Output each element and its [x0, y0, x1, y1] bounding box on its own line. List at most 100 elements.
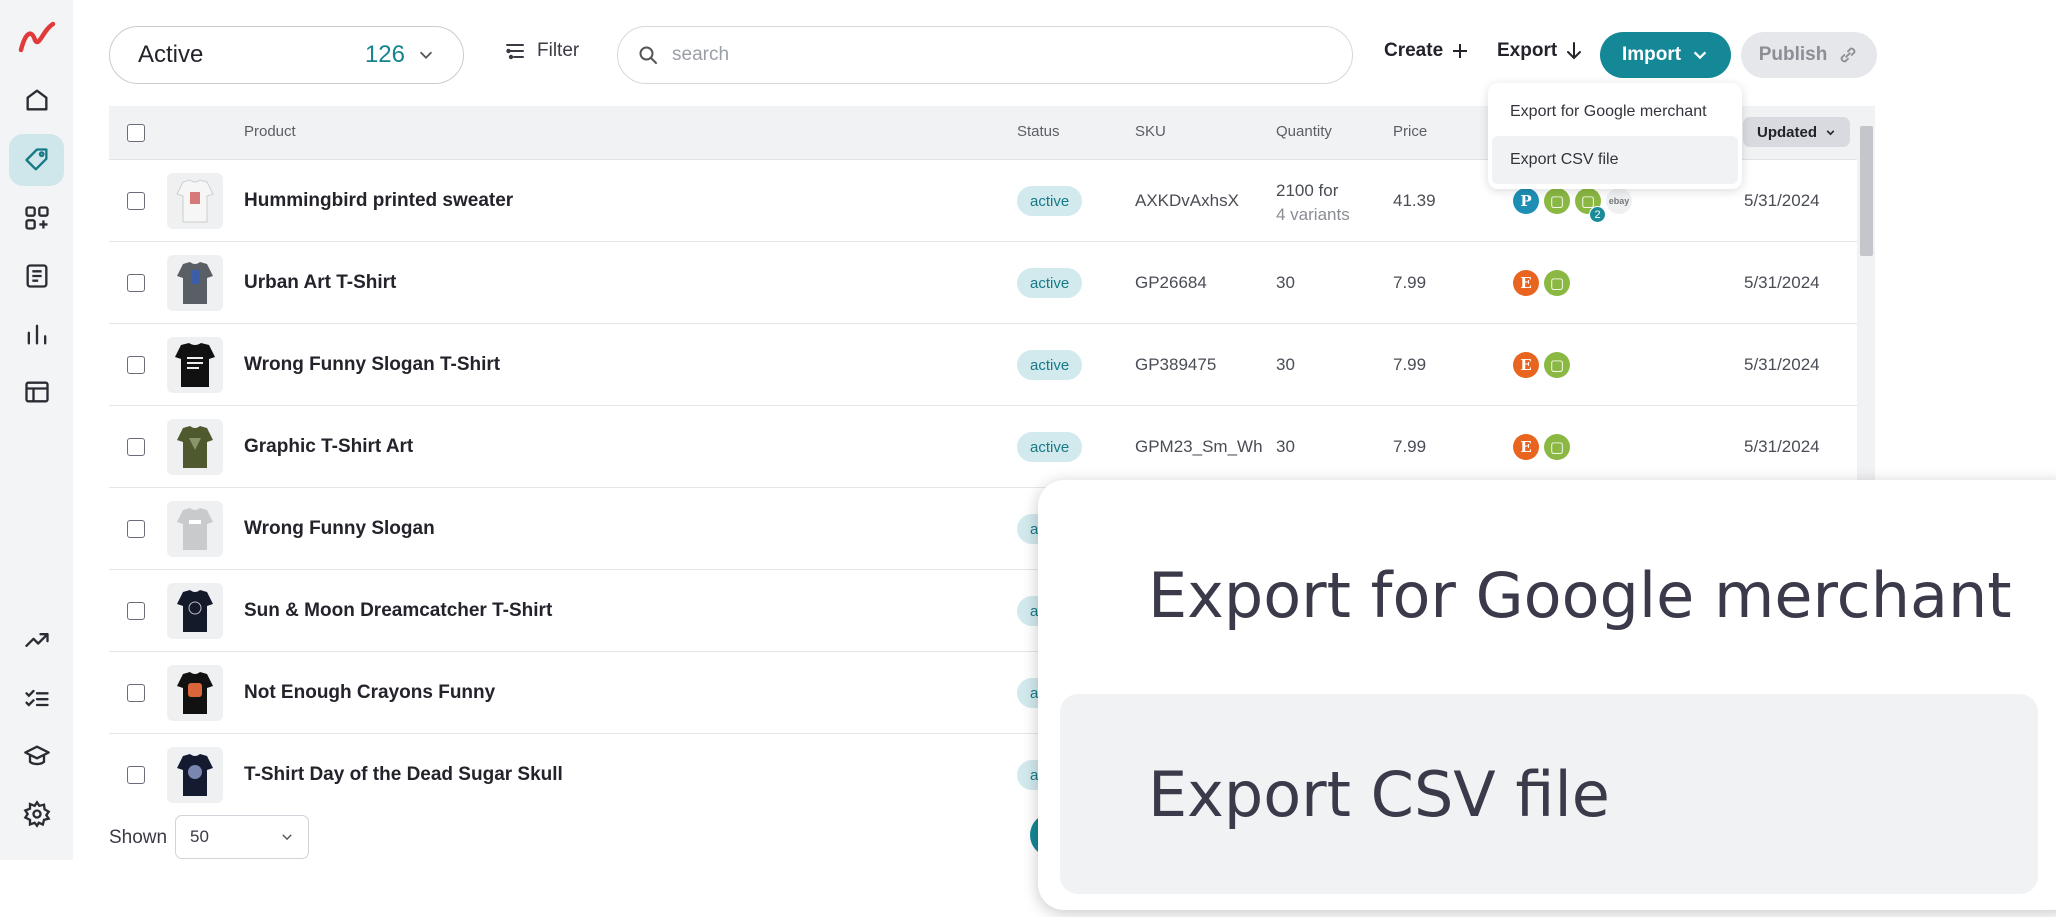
create-button[interactable]: Create [1384, 40, 1469, 62]
export-dropdown-menu: Export for Google merchant Export CSV fi… [1488, 83, 1742, 189]
updated-date: 5/31/2024 [1744, 437, 1820, 456]
sidebar-item-learn[interactable] [9, 730, 64, 782]
document-icon [26, 264, 47, 288]
row-checkbox[interactable] [127, 274, 145, 292]
row-checkbox[interactable] [127, 684, 145, 702]
product-sku: GP26684 [1135, 273, 1207, 292]
product-name[interactable]: Urban Art T-Shirt [244, 272, 396, 294]
chevron-down-icon [1826, 129, 1835, 135]
product-thumbnail[interactable] [167, 665, 223, 721]
updated-date: 5/31/2024 [1744, 273, 1820, 292]
product-quantity: 2100 for 4 variants [1276, 179, 1350, 227]
product-quantity: 30 [1276, 273, 1295, 292]
sidebar-item-trends[interactable] [9, 614, 64, 666]
publish-label: Publish [1758, 44, 1828, 65]
shown-label: Shown [109, 827, 168, 848]
product-thumbnail[interactable] [167, 173, 223, 229]
apps-add-icon [24, 206, 49, 230]
product-price: 41.39 [1393, 191, 1436, 210]
product-name[interactable]: Wrong Funny Slogan [244, 518, 435, 540]
graduation-cap-icon [23, 745, 50, 766]
product-thumbnail[interactable] [167, 501, 223, 557]
table-row[interactable]: Graphic T-Shirt Art active GPM23_Sm_Wh 3… [109, 406, 1857, 488]
sidebar-item-analytics[interactable] [9, 308, 64, 360]
updated-date: 5/31/2024 [1744, 191, 1820, 210]
etsy-channel-icon[interactable]: E [1513, 270, 1539, 296]
shopify-channel-icon[interactable]: ▢ [1544, 188, 1570, 214]
arrow-down-icon [1567, 42, 1582, 60]
paypal-channel-icon[interactable]: P [1513, 188, 1539, 214]
filter-button[interactable]: Filter [505, 40, 579, 62]
header-product[interactable]: Product [244, 123, 296, 140]
product-thumbnail[interactable] [167, 583, 223, 639]
sidebar-item-tasks[interactable] [9, 672, 64, 724]
row-checkbox[interactable] [127, 520, 145, 538]
publish-button[interactable]: Publish [1741, 32, 1877, 78]
row-checkbox[interactable] [127, 438, 145, 456]
chevron-down-icon [1693, 51, 1707, 60]
product-name[interactable]: Sun & Moon Dreamcatcher T-Shirt [244, 600, 552, 622]
settings-icon [23, 800, 51, 828]
product-thumbnail[interactable] [167, 419, 223, 475]
header-sku[interactable]: SKU [1135, 123, 1166, 140]
table-row[interactable]: Urban Art T-Shirt active GP26684 30 7.99… [109, 242, 1857, 324]
row-checkbox[interactable] [127, 356, 145, 374]
sidebar-item-orders[interactable] [9, 250, 64, 302]
product-thumbnail[interactable] [167, 747, 223, 803]
shopify-channel-icon[interactable]: ▢ [1544, 270, 1570, 296]
product-sku: AXKDvAxhsX [1135, 191, 1239, 210]
row-checkbox[interactable] [127, 602, 145, 620]
header-quantity[interactable]: Quantity [1276, 123, 1332, 140]
chevron-down-icon [282, 834, 292, 841]
status-filter-select[interactable]: Active 126 [109, 26, 464, 84]
bar-chart-icon [27, 324, 46, 345]
quantity-value: 2100 for [1276, 181, 1339, 200]
filter-label: Filter [537, 40, 580, 61]
header-updated: Updated [1757, 123, 1817, 141]
export-button[interactable]: Export [1497, 40, 1583, 62]
shopify-channel-icon[interactable]: ▢ [1544, 352, 1570, 378]
table-row[interactable]: Wrong Funny Slogan T-Shirt active GP3894… [109, 324, 1857, 406]
product-name[interactable]: T-Shirt Day of the Dead Sugar Skull [244, 764, 563, 786]
search-box [617, 26, 1353, 84]
header-updated-sort[interactable]: Updated [1743, 117, 1850, 147]
product-sku: GPM23_Sm_Wh [1135, 437, 1263, 456]
sidebar-item-apps[interactable] [9, 192, 64, 244]
etsy-channel-icon[interactable]: E [1513, 434, 1539, 460]
sidebar-item-layout[interactable] [9, 366, 64, 418]
shopify-channel-icon[interactable]: ▢ [1544, 434, 1570, 460]
product-quantity: 30 [1276, 355, 1295, 374]
row-checkbox[interactable] [127, 766, 145, 784]
quantity-variants: 4 variants [1276, 205, 1350, 224]
zoom-callout: Export for Google merchant Export CSV fi… [1038, 480, 2056, 910]
sidebar-item-settings[interactable] [9, 788, 64, 840]
select-all-checkbox[interactable] [127, 124, 145, 142]
product-thumbnail[interactable] [167, 337, 223, 393]
search-input[interactable] [672, 44, 1272, 66]
product-name[interactable]: Graphic T-Shirt Art [244, 436, 413, 458]
product-thumbnail[interactable] [167, 255, 223, 311]
product-name[interactable]: Not Enough Crayons Funny [244, 682, 495, 704]
trending-up-icon [24, 633, 49, 647]
zoom-item-export-csv: Export CSV file [1060, 694, 2038, 894]
zoom-item-export-google-merchant: Export for Google merchant [1148, 558, 2012, 632]
header-price[interactable]: Price [1393, 123, 1427, 140]
product-price: 7.99 [1393, 355, 1427, 374]
channel-count-badge: 2 [1589, 206, 1606, 223]
etsy-channel-icon[interactable]: E [1513, 352, 1539, 378]
row-checkbox[interactable] [127, 192, 145, 210]
menu-item-export-google-merchant[interactable]: Export for Google merchant [1492, 88, 1738, 136]
product-name[interactable]: Hummingbird printed sweater [244, 190, 513, 212]
product-name[interactable]: Wrong Funny Slogan T-Shirt [244, 354, 500, 376]
product-price: 7.99 [1393, 273, 1427, 292]
menu-item-export-csv[interactable]: Export CSV file [1492, 136, 1738, 184]
sidebar-item-products[interactable] [9, 134, 64, 186]
header-status[interactable]: Status [1017, 123, 1060, 140]
import-button[interactable]: Import [1600, 32, 1731, 78]
product-quantity: 30 [1276, 437, 1295, 456]
tag-icon [24, 148, 47, 171]
status-badge: active [1017, 186, 1083, 216]
ebay-channel-icon[interactable]: ebay [1606, 188, 1632, 214]
page-size-select[interactable]: 50 [175, 815, 309, 859]
table-scrollbar-thumb[interactable] [1860, 126, 1873, 256]
